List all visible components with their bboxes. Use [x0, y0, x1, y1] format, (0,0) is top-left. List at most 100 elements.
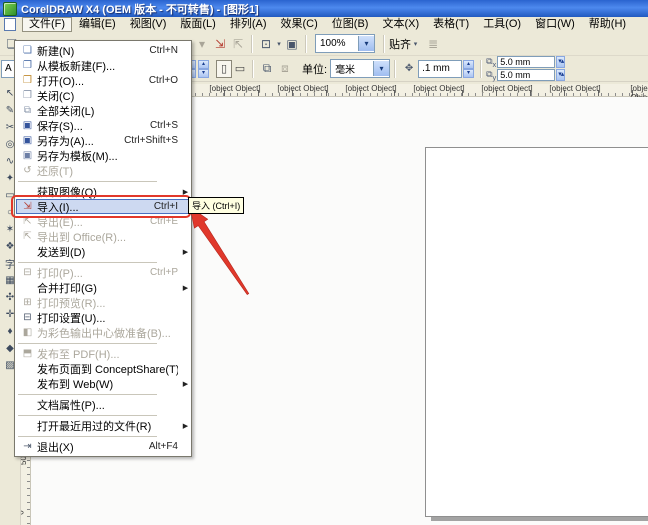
menu-item-open[interactable]: ❒ 打开(O)... Ctrl+O — [16, 73, 190, 88]
tool-icon: ✦ — [5, 173, 15, 184]
duplicate-x-field[interactable]: 5.0 mm — [497, 56, 556, 68]
document-icon — [4, 18, 16, 31]
coreldraw-window: CorelDRAW X4 (OEM 版本 - 不可转售) - [图形1] 文件(… — [0, 0, 648, 525]
menu-item-open-recent[interactable]: 打开最近用过的文件(R) ▶ — [16, 418, 190, 433]
menu-item-icon: ◧ — [22, 327, 33, 338]
all-pages-button[interactable]: ⧉ — [258, 60, 276, 78]
nudge-icon: ✥ — [404, 63, 414, 74]
menu-item-export-to-office[interactable]: ⇱ 导出到 Office(R)... — [16, 229, 190, 244]
landscape-button[interactable]: ▭ — [232, 60, 248, 78]
menu-item-label: 打印预览(R)... — [37, 297, 106, 310]
menu-item-icon: ▣ — [22, 150, 33, 161]
menu-item-publish-page-to-conceptshare[interactable]: 发布页面到 ConceptShare(T)... — [16, 361, 190, 376]
menubar-help[interactable]: 帮助(H) — [582, 17, 633, 32]
menu-item-exit[interactable]: ⇥ 退出(X) Alt+F4 — [16, 439, 190, 454]
menu-item-save-as[interactable]: ▣ 另存为(A)... Ctrl+Shift+S — [16, 133, 190, 148]
tool-icon: ◆ — [6, 343, 14, 354]
zoom-level-combo[interactable]: 100% ▾ — [315, 34, 375, 53]
menubar-effects[interactable]: 效果(C) — [274, 17, 325, 32]
launcher-dropdown-icon[interactable]: ▾ — [275, 35, 283, 53]
portrait-button[interactable]: ▯ — [216, 59, 232, 78]
chevron-down-icon[interactable]: ▾ — [358, 36, 374, 51]
menu-item-shortcut: Ctrl+N — [149, 45, 178, 56]
menu-item-icon: ▣ — [22, 120, 33, 131]
export-button[interactable]: ⇱ — [229, 35, 247, 53]
tool-icon: ♦ — [7, 326, 13, 337]
menubar-item-label: 位图(B) — [331, 18, 369, 30]
tool-icon: ✎ — [5, 105, 15, 116]
menubar-file[interactable]: 文件(F) — [22, 17, 73, 32]
menu-item-prepare-for-service-bureau[interactable]: ◧ 为彩色输出中心做准备(B)... — [16, 325, 190, 340]
menubar-bitmaps[interactable]: 位图(B) — [325, 17, 376, 32]
menubar-text[interactable]: 文本(X) — [375, 17, 426, 32]
duplicate-distance-group: ⧉x 5.0 mm ▾▴ ⧉y 5.0 mm ▾▴ — [486, 55, 566, 81]
redo-dropdown-icon[interactable]: ▾ — [193, 35, 211, 53]
menu-item-label: 发布至 PDF(H)... — [37, 348, 120, 361]
menu-item-publish-to-pdf[interactable]: ⬒ 发布至 PDF(H)... — [16, 346, 190, 361]
tool-icon: ↖ — [5, 88, 15, 99]
menu-item-close-all[interactable]: ⧉ 全部关闭(L) — [16, 103, 190, 118]
menu-bar: 文件(F) 编辑(E) 视图(V) 版面(L) 排列(A) 效果(C) 位图(B… — [0, 17, 648, 32]
window-title: CorelDRAW X4 (OEM 版本 - 不可转售) - [图形1] — [21, 3, 259, 16]
menu-item-new[interactable]: ❏ 新建(N) Ctrl+N — [16, 43, 190, 58]
menu-item-document-properties[interactable]: 文档属性(P)... — [16, 397, 190, 412]
chevron-down-icon[interactable]: ▾ — [373, 61, 390, 76]
toolbar-separator — [251, 34, 253, 53]
menu-item-print-merge[interactable]: 合并打印(G) ▶ — [16, 280, 190, 295]
duplicate-x-stepper[interactable]: ▾▴ — [556, 56, 566, 68]
menu-item-print-preview[interactable]: ⊞ 打印预览(R)... — [16, 295, 190, 310]
title-bar[interactable]: CorelDRAW X4 (OEM 版本 - 不可转售) - [图形1] — [0, 0, 648, 17]
units-label: 单位: — [302, 63, 328, 76]
welcome-screen-button[interactable]: ▣ — [283, 35, 301, 53]
duplicate-y-stepper[interactable]: ▾▴ — [556, 69, 566, 81]
nudge-offset-field[interactable]: .1 mm — [418, 59, 463, 78]
duplicate-y-field[interactable]: 5.0 mm — [497, 69, 556, 81]
application-launcher-button[interactable]: ⊡ — [257, 35, 275, 53]
menubar-item-label: 帮助(H) — [588, 18, 627, 30]
menu-item-print-setup[interactable]: ⊟ 打印设置(U)... — [16, 310, 190, 325]
options-button[interactable]: ≣ — [424, 35, 442, 53]
tool-icon: ✶ — [5, 224, 15, 235]
menubar-layout[interactable]: 版面(L) — [173, 17, 222, 32]
menubar-arrange[interactable]: 排列(A) — [223, 17, 274, 32]
menu-item-new-from-template[interactable]: ❐ 从模板新建(F)... — [16, 58, 190, 73]
menu-item-label: 另存为模板(M)... — [37, 150, 118, 163]
import-button[interactable]: ⇲ — [211, 35, 229, 53]
menu-item-publish-to-web[interactable]: 发布到 Web(W) ▶ — [16, 376, 190, 391]
menu-item-print[interactable]: ⊟ 打印(P)... Ctrl+P — [16, 265, 190, 280]
red-arrow-annotation — [189, 206, 250, 296]
snap-dropdown-icon[interactable]: ▾ — [411, 35, 420, 53]
menu-item-save[interactable]: ▣ 保存(S)... Ctrl+S — [16, 118, 190, 133]
facing-pages-button[interactable]: ⧈ — [276, 60, 294, 78]
nudge-stepper[interactable]: ▴ ▾ — [463, 59, 475, 78]
menu-item-icon: ⇱ — [23, 231, 32, 242]
tool-icon: ✣ — [5, 292, 15, 303]
menubar-item-label: 工具(O) — [483, 18, 522, 30]
menu-item-icon: ⊞ — [23, 297, 32, 308]
menu-item-shortcut: Ctrl+S — [149, 120, 178, 131]
nudge-offset-value: .1 mm — [422, 63, 450, 74]
snap-to-button[interactable]: 贴齐 — [389, 35, 411, 53]
menubar-item-label: 版面(L) — [180, 18, 216, 30]
menubar-tools[interactable]: 工具(O) — [476, 17, 528, 32]
menu-item-save-as-template[interactable]: ▣ 另存为模板(M)... — [16, 148, 190, 163]
page-height-stepper[interactable]: ▴ ▾ — [198, 59, 209, 78]
menubar-view[interactable]: 视图(V) — [123, 17, 174, 32]
toolbar-separator — [252, 59, 254, 78]
ruler-label: [object Object] — [413, 84, 465, 93]
duplicate-x-icon: ⧉x — [486, 55, 497, 69]
menu-item-label: 保存(S)... — [37, 120, 83, 133]
import-highlight-box — [11, 195, 191, 218]
menubar-window[interactable]: 窗口(W) — [528, 17, 582, 32]
menu-item-label: 打开最近用过的文件(R) — [37, 420, 152, 433]
units-combo[interactable]: 毫米 ▾ — [330, 59, 391, 78]
menu-item-close[interactable]: ❒ 关闭(C) — [16, 88, 190, 103]
menu-item-label: 打印(P)... — [37, 267, 83, 280]
menu-item-revert[interactable]: ↺ 还原(T) — [16, 163, 190, 178]
toolbar-separator — [383, 34, 385, 53]
menubar-table[interactable]: 表格(T) — [426, 17, 476, 32]
ruler-label: [object Object] — [481, 84, 533, 93]
drawing-page[interactable] — [425, 147, 648, 517]
menu-item-send-to[interactable]: 发送到(D) ▶ — [16, 244, 190, 259]
menubar-edit[interactable]: 编辑(E) — [72, 17, 123, 32]
